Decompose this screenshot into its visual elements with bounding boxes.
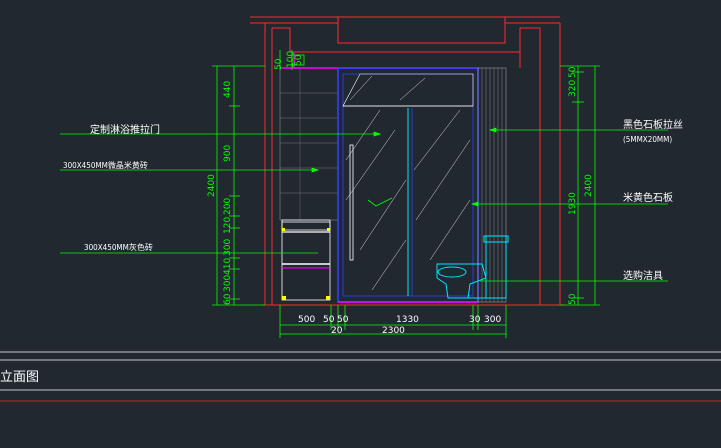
dim-left-440: 440 bbox=[223, 81, 233, 98]
label-grey-tile: 300X450MM灰色砖 bbox=[84, 242, 153, 252]
dim-bottom-total: 2300 bbox=[382, 326, 405, 336]
dim-bottom-300: 300 bbox=[484, 315, 501, 325]
ceiling-trim bbox=[282, 52, 478, 69]
label-black-slate: 黑色石板拉丝 bbox=[623, 118, 683, 131]
dim-bottom-1330: 1330 bbox=[396, 315, 419, 325]
dim-right-1930: 1930 bbox=[568, 192, 578, 215]
left-dimension-labels: 440 900 200 120 300 410 300 60 2400 50 1… bbox=[207, 51, 304, 305]
dim-left-120: 120 bbox=[223, 217, 233, 234]
dim-left-300: 300 bbox=[223, 239, 233, 256]
label-shower-door: 定制淋浴推拉门 bbox=[90, 123, 160, 136]
label-fixtures: 选购洁具 bbox=[623, 269, 663, 282]
right-dimension-lines bbox=[560, 65, 600, 306]
left-tile-wall bbox=[279, 67, 339, 221]
label-beige-tile: 300X450MM微晶米黄砖 bbox=[63, 160, 148, 170]
dim-left-200: 200 bbox=[223, 198, 233, 215]
stone-slab-strip bbox=[477, 67, 507, 303]
title-block: 立面图 bbox=[0, 351, 721, 402]
dim-bottom-20: 20 bbox=[331, 326, 343, 336]
drawing-title: 立面图 bbox=[0, 370, 39, 385]
dim-right-50a: 50 bbox=[568, 66, 578, 78]
dim-bottom-500: 500 bbox=[298, 315, 315, 325]
dim-top-50: 50 bbox=[294, 54, 304, 66]
dim-left-900: 900 bbox=[223, 145, 233, 162]
toilet-fixture bbox=[436, 235, 509, 299]
label-beige-slab: 米黄色石板 bbox=[623, 191, 673, 204]
dim-right-total: 2400 bbox=[584, 174, 594, 197]
dim-left-410: 410 bbox=[223, 258, 233, 275]
dim-right-50b: 50 bbox=[568, 293, 578, 305]
dim-left-60: 60 bbox=[223, 293, 233, 305]
elevation-drawing: 440 900 200 120 300 410 300 60 2400 50 1… bbox=[0, 16, 721, 402]
dim-right-320: 320 bbox=[568, 80, 578, 97]
label-slate-size: (5MMX20MM) bbox=[623, 135, 672, 144]
dim-left-top-50: 50 bbox=[274, 58, 284, 70]
left-annotations: 定制淋浴推拉门 300X450MM微晶米黄砖 300X450MM灰色砖 bbox=[63, 123, 160, 252]
vanity-cabinet bbox=[281, 219, 331, 301]
dim-left-300b: 300 bbox=[223, 275, 233, 292]
dim-left-total: 2400 bbox=[207, 174, 217, 197]
right-annotations: 黑色石板拉丝 (5MMX20MM) 米黄色石板 选购洁具 bbox=[623, 118, 683, 282]
bottom-dimension-labels: 500 50 50 1330 30 300 20 2300 bbox=[298, 315, 501, 336]
dim-bottom-50b: 50 bbox=[337, 315, 349, 325]
dim-bottom-50a: 50 bbox=[323, 315, 335, 325]
dim-bottom-30: 30 bbox=[469, 315, 481, 325]
